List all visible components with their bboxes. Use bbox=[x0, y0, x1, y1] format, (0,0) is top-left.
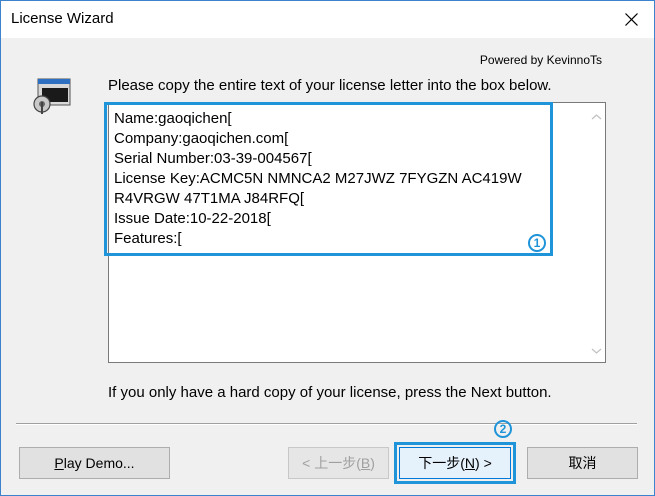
close-icon bbox=[625, 13, 638, 26]
close-button[interactable] bbox=[608, 1, 654, 38]
license-wizard-dialog: License Wizard Powered by KevinnoTs Plea… bbox=[0, 0, 655, 496]
hard-copy-hint: If you only have a hard copy of your lic… bbox=[108, 384, 552, 401]
title-bar[interactable]: License Wizard bbox=[1, 1, 654, 38]
instruction-text: Please copy the entire text of your lice… bbox=[108, 77, 552, 94]
license-app-icon bbox=[32, 78, 72, 116]
back-label-suffix: ) bbox=[370, 455, 375, 471]
vertical-scrollbar[interactable] bbox=[588, 103, 605, 362]
annotation-box-license-text bbox=[104, 102, 553, 256]
annotation-marker-2: 2 bbox=[494, 420, 512, 438]
back-accel: B bbox=[360, 455, 371, 471]
back-label-prefix: < 上一步( bbox=[302, 455, 361, 471]
play-demo-label: lay Demo... bbox=[63, 455, 135, 471]
chevron-up-icon[interactable] bbox=[591, 113, 602, 121]
window-title: License Wizard bbox=[11, 10, 114, 27]
chevron-down-icon[interactable] bbox=[591, 347, 602, 355]
annotation-box-next-button bbox=[394, 442, 516, 484]
back-button[interactable]: < 上一步(B) bbox=[288, 447, 389, 479]
play-demo-accel: P bbox=[54, 455, 64, 471]
powered-by-label: Powered by KevinnoTs bbox=[479, 53, 602, 67]
button-separator bbox=[16, 423, 637, 425]
play-demo-button[interactable]: Play Demo... bbox=[19, 447, 170, 479]
annotation-marker-1: 1 bbox=[528, 234, 546, 252]
cancel-button[interactable]: 取消 bbox=[527, 447, 638, 479]
